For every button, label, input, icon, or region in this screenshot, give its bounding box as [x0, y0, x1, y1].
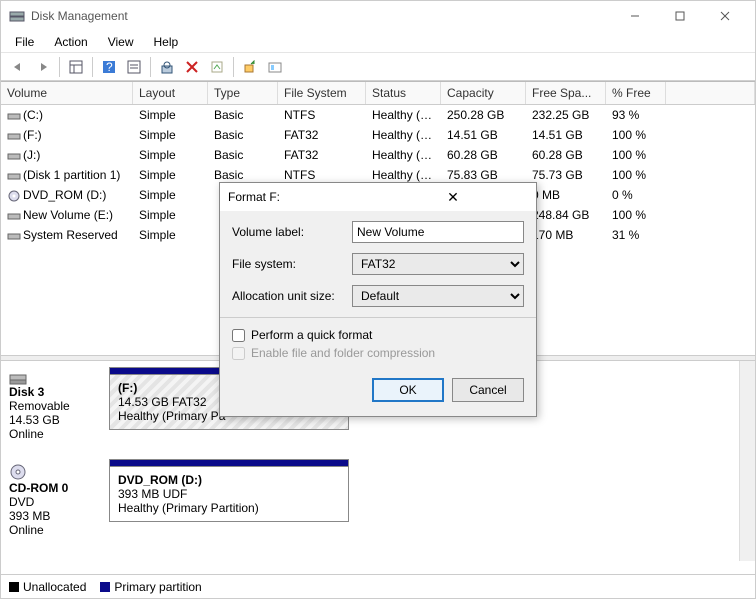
cdrom-part-status: Healthy (Primary Partition) [118, 501, 259, 515]
disk-state: Online [9, 427, 44, 441]
svg-text:?: ? [106, 60, 113, 74]
action-list-button[interactable] [123, 56, 145, 78]
compression-label: Enable file and folder compression [251, 346, 435, 360]
volume-icon [7, 231, 21, 241]
maximize-button[interactable] [657, 2, 702, 30]
cdrom-part-size: 393 MB UDF [118, 487, 187, 501]
delete-button[interactable] [181, 56, 203, 78]
cdrom-state: Online [9, 523, 44, 537]
ok-button[interactable]: OK [372, 378, 444, 402]
menubar: File Action View Help [1, 31, 755, 53]
refresh-button[interactable] [156, 56, 178, 78]
col-freespace[interactable]: Free Spa... [526, 82, 606, 104]
col-pctfree[interactable]: % Free [606, 82, 666, 104]
col-status[interactable]: Status [366, 82, 441, 104]
disk-type: Removable [9, 399, 70, 413]
disk-size: 14.53 GB [9, 413, 60, 427]
volume-icon [7, 171, 21, 181]
partition-size: 14.53 GB FAT32 [118, 395, 207, 409]
back-button[interactable] [7, 56, 29, 78]
format-dialog: Format F: ✕ Volume label: File system: F… [219, 182, 537, 417]
col-volume[interactable]: Volume [1, 82, 133, 104]
col-filesystem[interactable]: File System [278, 82, 366, 104]
disk-icon [9, 371, 109, 385]
disk-name: Disk 3 [9, 385, 44, 399]
volume-icon [7, 151, 21, 161]
filesystem-label: File system: [232, 257, 352, 271]
cdrom-part-label: DVD_ROM (D:) [118, 473, 202, 487]
allocation-label: Allocation unit size: [232, 289, 352, 303]
partition-label: (F:) [118, 381, 137, 395]
vertical-scrollbar[interactable] [739, 361, 755, 561]
minimize-button[interactable] [612, 2, 657, 30]
volume-icon [7, 111, 21, 121]
cdrom-type: DVD [9, 495, 34, 509]
dialog-close-button[interactable]: ✕ [378, 189, 528, 206]
table-row[interactable]: (C:)SimpleBasicNTFSHealthy (B...250.28 G… [1, 105, 755, 125]
volume-icon [7, 131, 21, 141]
grid-header: Volume Layout Type File System Status Ca… [1, 82, 755, 105]
settings-button[interactable] [264, 56, 286, 78]
cancel-button[interactable]: Cancel [452, 378, 524, 402]
col-layout[interactable]: Layout [133, 82, 208, 104]
help-button[interactable]: ? [98, 56, 120, 78]
compression-checkbox [232, 347, 245, 360]
menu-help[interactable]: Help [146, 33, 187, 51]
allocation-select[interactable]: Default [352, 285, 524, 307]
table-row[interactable]: (J:)SimpleBasicFAT32Healthy (P...60.28 G… [1, 145, 755, 165]
legend-unallocated: Unallocated [23, 580, 86, 594]
dialog-title: Format F: [228, 190, 378, 204]
table-row[interactable]: (F:)SimpleBasicFAT32Healthy (P...14.51 G… [1, 125, 755, 145]
partition-status: Healthy (Primary Pa [118, 409, 225, 423]
volume-icon [7, 190, 21, 202]
properties-button[interactable] [206, 56, 228, 78]
window-title: Disk Management [31, 9, 612, 23]
close-button[interactable] [702, 2, 747, 30]
col-type[interactable]: Type [208, 82, 278, 104]
cdrom-size: 393 MB [9, 509, 50, 523]
menu-view[interactable]: View [100, 33, 142, 51]
disk-block-cdrom: CD-ROM 0 DVD 393 MB Online DVD_ROM (D:) … [9, 459, 731, 537]
forward-button[interactable] [32, 56, 54, 78]
cdrom-icon [9, 463, 109, 481]
cdrom-partition-map[interactable]: DVD_ROM (D:) 393 MB UDF Healthy (Primary… [109, 459, 349, 537]
volume-label-label: Volume label: [232, 225, 352, 239]
cdrom-name: CD-ROM 0 [9, 481, 68, 495]
toolbar: ? [1, 53, 755, 81]
quick-format-checkbox[interactable] [232, 329, 245, 342]
show-hide-button[interactable] [65, 56, 87, 78]
menu-file[interactable]: File [7, 33, 42, 51]
filesystem-select[interactable]: FAT32 [352, 253, 524, 275]
app-icon [9, 8, 25, 24]
quick-format-label: Perform a quick format [251, 328, 372, 342]
col-capacity[interactable]: Capacity [441, 82, 526, 104]
legend-primary: Primary partition [114, 580, 201, 594]
menu-action[interactable]: Action [46, 33, 95, 51]
extend-button[interactable] [239, 56, 261, 78]
legend: Unallocated Primary partition [1, 574, 755, 598]
volume-label-input[interactable] [352, 221, 524, 243]
volume-icon [7, 211, 21, 221]
titlebar: Disk Management [1, 1, 755, 31]
